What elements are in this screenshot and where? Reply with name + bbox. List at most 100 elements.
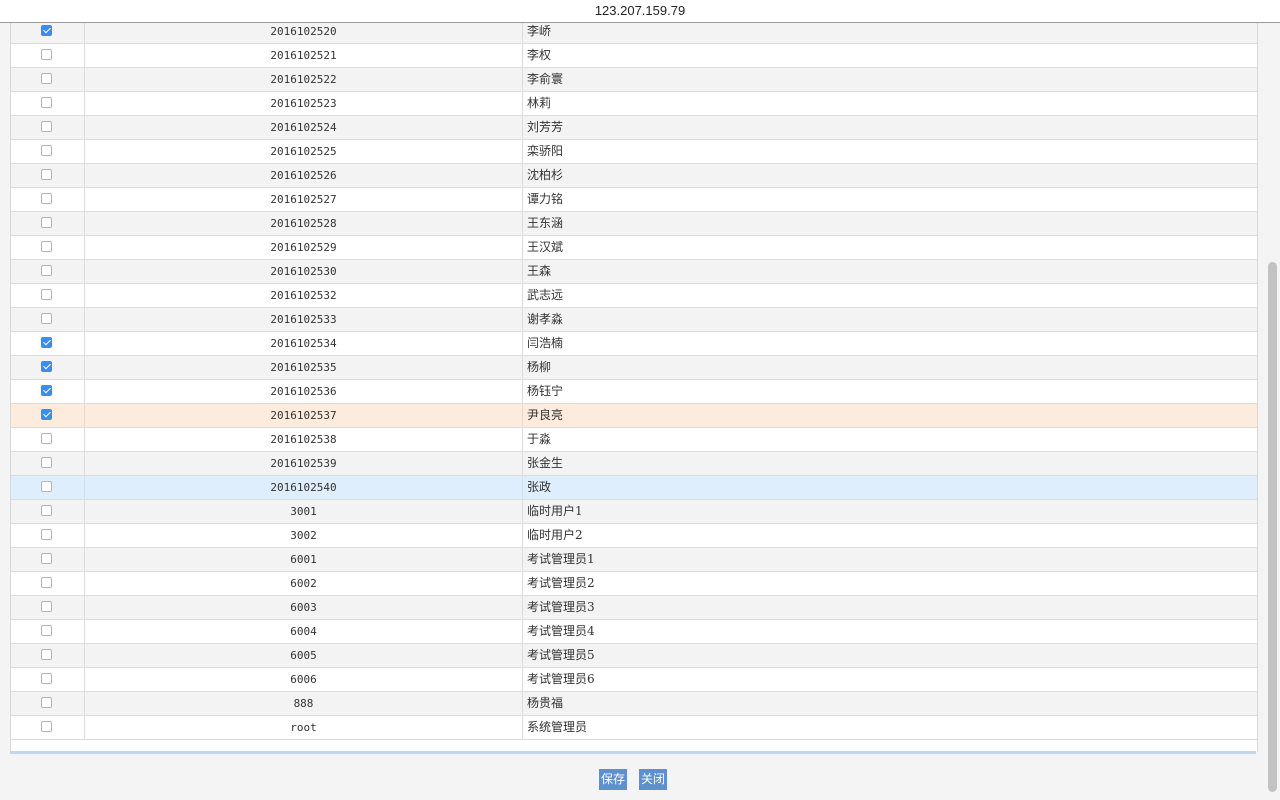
table-row[interactable]: 2016102528 王东涵 [11,212,1257,236]
user-id-cell: root [85,716,523,739]
table-row[interactable]: 2016102524 刘芳芳 [11,116,1257,140]
table-row[interactable]: 2016102527 谭力铭 [11,188,1257,212]
row-checkbox[interactable] [41,409,52,420]
user-name-cell: 沈柏杉 [527,168,564,182]
row-checkbox[interactable] [41,97,52,108]
row-checkbox[interactable] [41,481,52,492]
row-checkbox[interactable] [41,49,52,60]
row-checkbox[interactable] [41,553,52,564]
user-id-cell: 2016102521 [85,44,523,67]
user-name-cell: 李峤 [527,24,552,38]
table-row[interactable]: 2016102523 林莉 [11,92,1257,116]
table-row[interactable]: 2016102534 闫浩楠 [11,332,1257,356]
checkbox-cell [11,44,85,67]
user-id-cell: 6003 [85,596,523,619]
table-row[interactable]: 3001 临时用户1 [11,500,1257,524]
url-text: 123.207.159.79 [594,3,686,18]
user-id-cell: 2016102537 [85,404,523,427]
user-id-cell: 2016102528 [85,212,523,235]
save-button[interactable]: 保存 [599,769,628,790]
user-id-cell: 2016102524 [85,116,523,139]
table-row[interactable]: 2016102539 张金生 [11,452,1257,476]
user-id-cell: 2016102536 [85,380,523,403]
checkbox-cell [11,332,85,355]
table-row[interactable]: 3002 临时用户2 [11,524,1257,548]
row-checkbox[interactable] [41,673,52,684]
table-row[interactable]: 2016102538 于淼 [11,428,1257,452]
user-id-cell: 6006 [85,668,523,691]
row-checkbox[interactable] [41,337,52,348]
table-row[interactable]: 6002 考试管理员2 [11,572,1257,596]
row-checkbox[interactable] [41,25,52,36]
user-name-cell: 考试管理员2 [527,576,595,590]
row-checkbox[interactable] [41,601,52,612]
row-checkbox[interactable] [41,457,52,468]
row-checkbox[interactable] [41,145,52,156]
row-checkbox[interactable] [41,721,52,732]
user-id-cell: 3002 [85,524,523,547]
row-checkbox[interactable] [41,649,52,660]
user-id-cell: 2016102523 [85,92,523,115]
table-row[interactable]: 2016102529 王汉斌 [11,236,1257,260]
row-checkbox[interactable] [41,697,52,708]
table-row[interactable]: 2016102536 杨钰宁 [11,380,1257,404]
row-checkbox[interactable] [41,361,52,372]
table-row[interactable]: 6006 考试管理员6 [11,668,1257,692]
row-checkbox[interactable] [41,529,52,540]
table-row[interactable]: 2016102525 栾骄阳 [11,140,1257,164]
row-checkbox[interactable] [41,313,52,324]
checkbox-cell [11,668,85,691]
row-checkbox[interactable] [41,433,52,444]
address-bar[interactable]: 123.207.159.79 [0,0,1280,23]
row-checkbox[interactable] [41,289,52,300]
row-checkbox[interactable] [41,121,52,132]
checkbox-cell [11,356,85,379]
user-id-cell: 2016102520 [85,20,523,43]
user-name-cell: 谢孝淼 [527,312,564,326]
table-row[interactable]: 2016102520 李峤 [11,20,1257,44]
user-name-cell: 考试管理员4 [527,624,595,638]
table-row[interactable]: 2016102521 李权 [11,44,1257,68]
scrollbar-thumb[interactable] [1268,262,1277,792]
user-id-cell: 888 [85,692,523,715]
user-name-cell: 考试管理员3 [527,600,595,614]
table-row[interactable]: 2016102535 杨柳 [11,356,1257,380]
row-checkbox[interactable] [41,73,52,84]
table-row[interactable]: 2016102526 沈柏杉 [11,164,1257,188]
table-row[interactable]: 6005 考试管理员5 [11,644,1257,668]
table-row[interactable]: 6001 考试管理员1 [11,548,1257,572]
row-checkbox[interactable] [41,193,52,204]
checkbox-cell [11,212,85,235]
checkbox-cell [11,692,85,715]
table-row[interactable]: 2016102532 武志远 [11,284,1257,308]
user-id-cell: 2016102535 [85,356,523,379]
row-checkbox[interactable] [41,265,52,276]
table-row[interactable]: 2016102533 谢孝淼 [11,308,1257,332]
row-checkbox[interactable] [41,577,52,588]
table-row[interactable]: root 系统管理员 [11,716,1257,740]
table-row[interactable]: 2016102537 尹良亮 [11,404,1257,428]
checkbox-cell [11,140,85,163]
table-row[interactable]: 888 杨贵福 [11,692,1257,716]
user-id-cell: 6001 [85,548,523,571]
table-row[interactable]: 2016102530 王森 [11,260,1257,284]
row-checkbox[interactable] [41,217,52,228]
user-name-cell: 杨贵福 [527,696,564,710]
table-row[interactable]: 2016102540 张政 [11,476,1257,500]
user-id-cell: 2016102534 [85,332,523,355]
user-name-cell: 系统管理员 [527,720,588,734]
user-name-cell: 武志远 [527,288,564,302]
user-name-cell: 李权 [527,48,552,62]
row-checkbox[interactable] [41,241,52,252]
table-row[interactable]: 2016102522 李俞寰 [11,68,1257,92]
row-checkbox[interactable] [41,625,52,636]
user-name-cell: 张金生 [527,456,564,470]
row-checkbox[interactable] [41,505,52,516]
table-row[interactable]: 6003 考试管理员3 [11,596,1257,620]
page-scrollbar[interactable] [1266,22,1280,800]
row-checkbox[interactable] [41,385,52,396]
table-row[interactable]: 6004 考试管理员4 [11,620,1257,644]
user-name-cell: 林莉 [527,96,552,110]
row-checkbox[interactable] [41,169,52,180]
close-button[interactable]: 关闭 [639,769,668,790]
